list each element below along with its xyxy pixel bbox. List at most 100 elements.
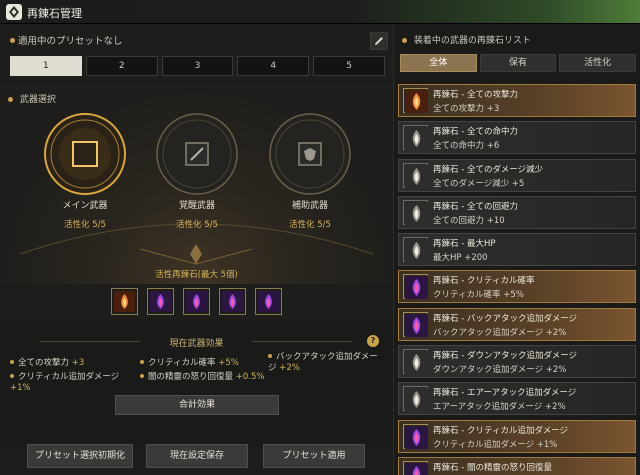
right-panel: 装着中の武器の再錬石リスト 全体 保有 活性化 再錬石 - 全ての攻撃力 全ての攻… — [393, 24, 640, 475]
filter-tab-owned[interactable]: 保有 — [479, 54, 557, 72]
gem-icon-frame — [403, 274, 428, 300]
edit-preset-button[interactable] — [370, 32, 388, 50]
help-icon[interactable]: ? — [367, 335, 379, 347]
gem-list-item[interactable]: 再錬石 - クリティカル追加ダメージ クリティカル追加ダメージ +1% — [398, 419, 636, 453]
app-logo-icon — [6, 4, 22, 20]
save-settings-button[interactable]: 現在設定保存 — [146, 444, 248, 468]
weapon-slot-main[interactable]: メイン武器 活性化 5/5 — [35, 112, 135, 230]
white-gem-icon — [405, 388, 428, 412]
filter-tab-active[interactable]: 活性化 — [559, 54, 637, 72]
purple-gem-icon — [405, 313, 428, 337]
gem-list-item[interactable]: 再錬石 - バックアタック追加ダメージ バックアタック追加ダメージ +2% — [398, 307, 636, 341]
total-effects-button[interactable]: 合計効果 — [115, 395, 279, 415]
preset-tabs: 1 2 3 4 5 — [10, 56, 385, 76]
awakening-weapon-ring — [155, 112, 239, 196]
gem-icon-frame — [403, 199, 428, 225]
white-gem-icon — [405, 164, 428, 188]
purple-gem-icon — [405, 276, 428, 300]
gem-icon-frame — [403, 386, 428, 412]
gem-effect: エアーアタック追加ダメージ +2% — [433, 402, 566, 413]
weapon-slot-awakening[interactable]: 覚醒武器 活性化 5/5 — [147, 112, 247, 230]
gem-name: 再錬石 - ダウンアタック追加ダメージ — [433, 351, 578, 362]
gem-name: 再錬石 - 最大HP — [433, 239, 496, 250]
gem-icon-frame — [403, 460, 428, 475]
flame-gem-icon — [114, 291, 135, 312]
effect-item: 全ての攻撃力 +3 — [10, 358, 84, 369]
weapon-name: 覚醒武器 — [178, 201, 215, 211]
gem-list-item[interactable]: 再錬石 - ダウンアタック追加ダメージ ダウンアタック追加ダメージ +2% — [398, 345, 636, 379]
gem-effect: 最大HP +200 — [433, 253, 488, 264]
gem-list-item[interactable]: 再錬石 - 闇の精靈の怒り回復量闇の精靈の怒り回復量 +0.5% — [398, 456, 636, 475]
effect-item: クリティカル確率 +5% — [140, 358, 239, 369]
filter-tabs: 全体 保有 活性化 — [400, 54, 637, 72]
purple-gem-icon — [258, 291, 279, 312]
gem-list-item[interactable]: 再錬石 - 全ての回避力 全ての回避力 +10 — [398, 195, 636, 229]
weapon-selection-area: 武器選択 メイン武器 活性化 5/5 覚醒武器 活性化 5/5 補助武器 活性化… — [0, 84, 393, 284]
active-gems-title: 活性再錬石(最大 5個) — [155, 270, 238, 280]
gem-name: 再錬石 - エアーアタック追加ダメージ — [433, 388, 577, 399]
gem-list: 再錬石 - 全ての攻撃力 全ての攻撃力 +3 再錬石 - 全ての命中力 全ての命中力 … — [398, 84, 636, 475]
gem-list-item[interactable]: 再錬石 - 全ての命中力 全ての命中力 +6 — [398, 121, 636, 155]
gem-list-item[interactable]: 再錬石 - 最大HP 最大HP +200 — [398, 233, 636, 267]
gem-icon-frame — [403, 311, 428, 337]
preset-tab-3[interactable]: 3 — [161, 56, 234, 76]
right-panel-heading: 装着中の武器の再錬石リスト — [402, 33, 531, 46]
gem-slot[interactable] — [147, 288, 174, 315]
preset-status: 適用中のプリセットなし — [18, 36, 123, 47]
gem-icon-frame — [403, 237, 428, 263]
gem-name: 再錬石 - クリティカル追加ダメージ — [433, 425, 569, 436]
purple-gem-icon — [222, 291, 243, 312]
gem-effect: クリティカル追加ダメージ +1% — [433, 439, 558, 450]
gem-slot[interactable] — [111, 288, 138, 315]
gem-icon-frame — [403, 349, 428, 375]
gem-icon-frame — [403, 423, 428, 449]
weapon-name: メイン武器 — [62, 201, 108, 211]
purple-gem-icon — [186, 291, 207, 312]
weapon-activation: 活性化 5/5 — [176, 220, 218, 230]
gem-slot[interactable] — [183, 288, 210, 315]
gem-name: 再錬石 - クリティカル確率 — [433, 276, 535, 287]
preset-tab-4[interactable]: 4 — [237, 56, 310, 76]
main-weapon-ring — [43, 112, 127, 196]
preset-tab-5[interactable]: 5 — [313, 56, 385, 76]
weapon-name: 補助武器 — [291, 201, 328, 211]
apply-preset-button[interactable]: プリセット適用 — [263, 444, 365, 468]
white-gem-icon — [405, 239, 428, 263]
current-effects-heading: 現在武器効果 — [169, 339, 224, 349]
gem-name: 再錬石 - バックアタック追加ダメージ — [433, 313, 578, 324]
preset-header: 適用中のプリセットなし — [8, 32, 388, 50]
gem-list-item[interactable]: 再錬石 - 全てのダメージ減少 全てのダメージ減少 +5 — [398, 158, 636, 192]
gem-list-item[interactable]: 再錬石 - クリティカル確率 クリティカル確率 +5% — [398, 270, 636, 304]
gem-effect: ダウンアタック追加ダメージ +2% — [433, 365, 567, 376]
title-bar: 再錬石管理 — [0, 0, 640, 24]
current-effects-panel: 現在武器効果 ? 全ての攻撃力 +3 クリティカル確率 +5% バックアタック追… — [0, 326, 393, 446]
gem-icon-frame — [403, 125, 428, 151]
weapon-activation: 活性化 5/5 — [289, 220, 331, 230]
weapon-activation: 活性化 5/5 — [64, 220, 106, 230]
gem-name: 再錬石 - 全ての回避力 — [433, 201, 518, 212]
purple-gem-icon — [405, 462, 428, 475]
bullet-icon — [402, 38, 407, 43]
gem-effect: 全てのダメージ減少 +5 — [433, 178, 525, 189]
filter-tab-all[interactable]: 全体 — [400, 54, 477, 72]
reset-preset-button[interactable]: プリセット選択初期化 — [27, 444, 133, 468]
gem-list-item[interactable]: 再錬石 - エアーアタック追加ダメージ エアーアタック追加ダメージ +2% — [398, 382, 636, 416]
window-title: 再錬石管理 — [27, 7, 82, 20]
active-gem-slots — [111, 288, 282, 315]
gem-effect: バックアタック追加ダメージ +2% — [433, 327, 567, 338]
pencil-icon — [375, 37, 383, 45]
gem-slot[interactable] — [255, 288, 282, 315]
purple-gem-icon — [150, 291, 171, 312]
white-gem-icon — [405, 351, 428, 375]
preset-tab-1[interactable]: 1 — [10, 56, 82, 76]
gem-name: 再錬石 - 全ての攻撃力 — [433, 90, 518, 100]
white-gem-icon — [405, 201, 428, 225]
gem-list-item[interactable]: 再錬石 - 全ての攻撃力 全ての攻撃力 +3 — [398, 84, 636, 117]
gem-slot[interactable] — [219, 288, 246, 315]
gem-name: 再錬石 - 全ての命中力 — [433, 127, 518, 138]
preset-tab-2[interactable]: 2 — [85, 56, 158, 76]
gem-name: 再錬石 - 闇の精靈の怒り回復量 — [433, 462, 552, 473]
weapon-slot-sub[interactable]: 補助武器 活性化 5/5 — [260, 112, 360, 230]
gem-effect: 全ての回避力 +10 — [433, 215, 505, 226]
gem-effect: 全ての攻撃力 +3 — [433, 104, 500, 114]
